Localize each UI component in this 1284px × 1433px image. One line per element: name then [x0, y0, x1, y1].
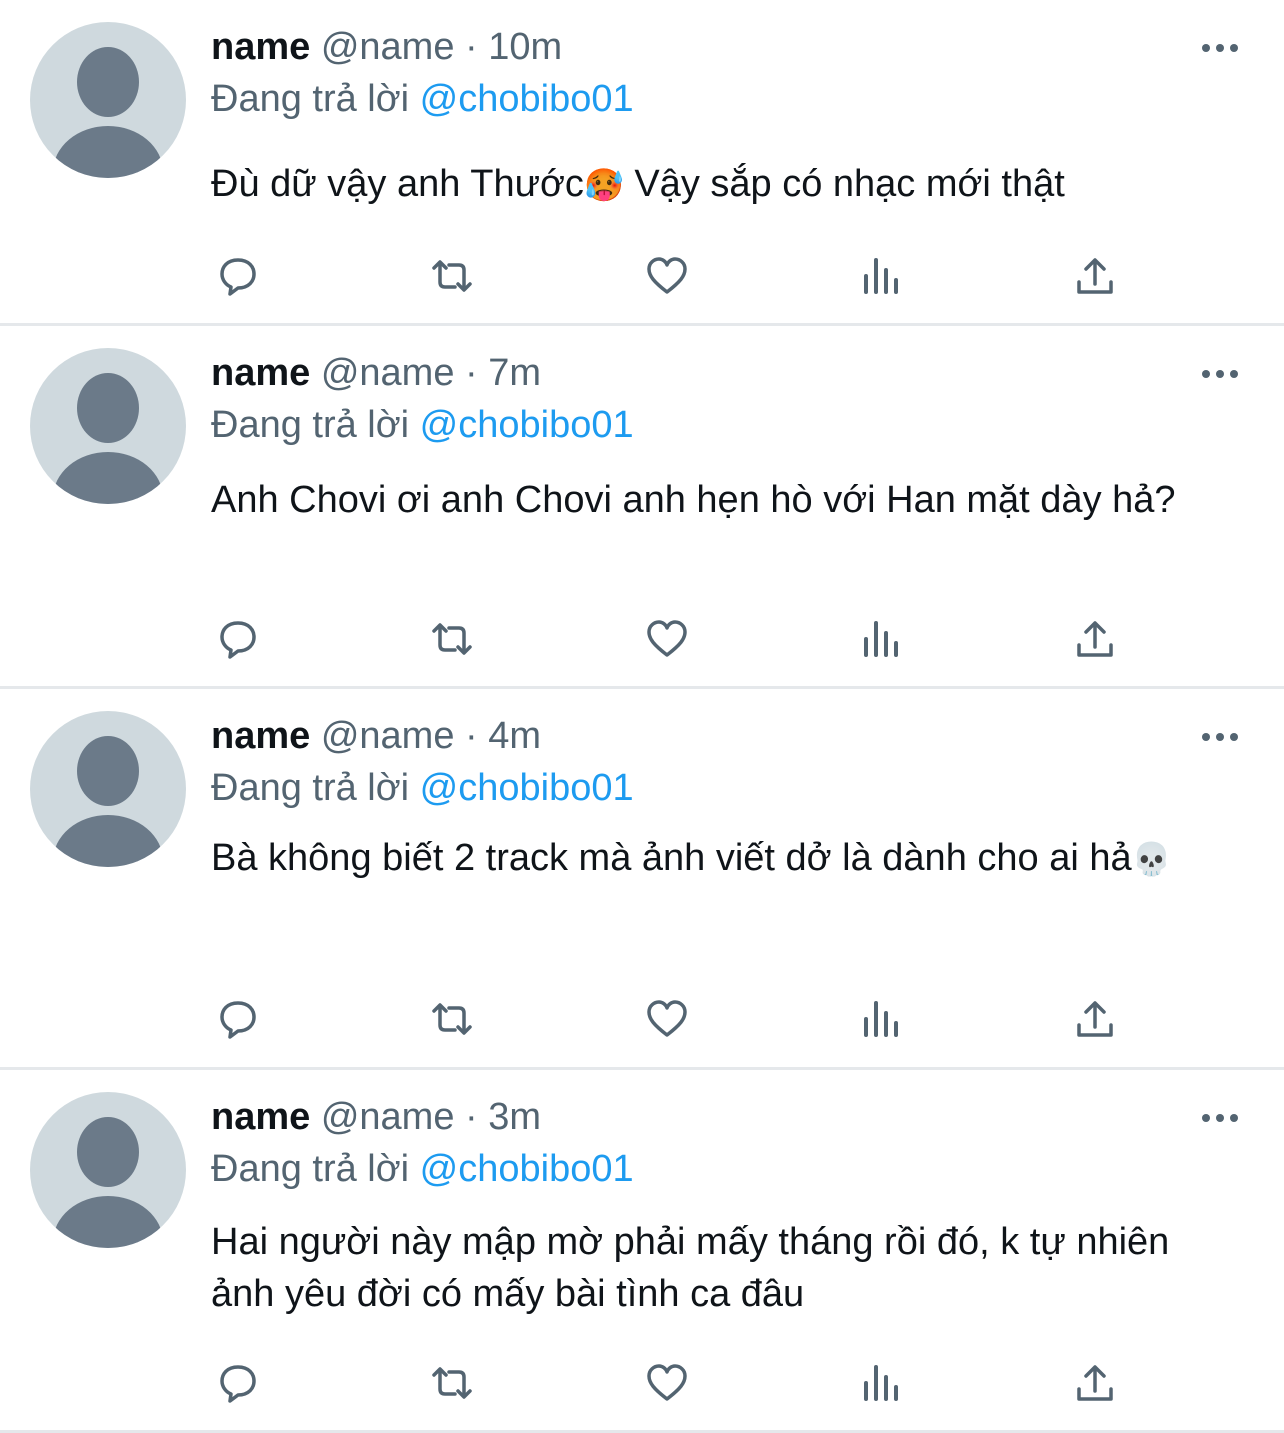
- tweet-header: name @name · 4m: [211, 713, 541, 759]
- default-avatar-icon[interactable]: [30, 711, 186, 867]
- default-avatar-icon[interactable]: [30, 1092, 186, 1248]
- retweet-icon[interactable]: [422, 609, 482, 669]
- more-icon[interactable]: [1200, 364, 1240, 384]
- timestamp[interactable]: 10m: [488, 26, 562, 68]
- tweet-header: name @name · 7m: [211, 350, 541, 396]
- replying-to-label: Đang trả lời: [211, 404, 410, 446]
- share-icon[interactable]: [1065, 989, 1125, 1049]
- default-avatar-icon[interactable]: [30, 348, 186, 504]
- separator-dot: ·: [465, 26, 478, 68]
- tweet-actions: [0, 609, 1284, 669]
- tweet-actions: [0, 989, 1284, 1049]
- mention-link[interactable]: @chobibo01: [420, 78, 634, 120]
- replying-to-label: Đang trả lời: [211, 1148, 410, 1190]
- separator-dot: ·: [465, 352, 478, 394]
- emoji: 🥵: [583, 166, 624, 204]
- author-handle[interactable]: @name: [321, 1096, 455, 1138]
- heart-icon[interactable]: [637, 1353, 697, 1413]
- author-handle[interactable]: @name: [321, 715, 455, 757]
- tweet-actions: [0, 1353, 1284, 1413]
- emoji: 💀: [1131, 840, 1172, 878]
- tweet-actions: [0, 246, 1284, 306]
- tweet-text-main: Đù dữ vậy anh Thước: [211, 163, 584, 205]
- tweet-text: Đù dữ vậy anh Thước🥵 Vậy sắp có nhạc mới…: [211, 158, 1241, 211]
- replying-to: Đang trả lời @chobibo01: [211, 402, 634, 448]
- tweet-text-tail: Vậy sắp có nhạc mới thật: [623, 163, 1065, 205]
- mention-link[interactable]: @chobibo01: [420, 404, 634, 446]
- author-name[interactable]: name: [211, 1096, 310, 1138]
- replying-to: Đang trả lời @chobibo01: [211, 1146, 634, 1192]
- retweet-icon[interactable]: [422, 989, 482, 1049]
- tweet[interactable]: name @name · 10m Đang trả lời @chobibo01…: [0, 0, 1284, 326]
- tweet[interactable]: name @name · 4m Đang trả lời @chobibo01 …: [0, 689, 1284, 1070]
- author-handle[interactable]: @name: [321, 352, 455, 394]
- heart-icon[interactable]: [637, 989, 697, 1049]
- tweet-text: Anh Chovi ơi anh Chovi anh hẹn hò với Ha…: [211, 474, 1241, 526]
- views-icon[interactable]: [851, 989, 911, 1049]
- views-icon[interactable]: [851, 246, 911, 306]
- reply-icon[interactable]: [208, 1353, 268, 1413]
- tweet-text: Hai người này mập mờ phải mấy tháng rồi …: [211, 1216, 1241, 1320]
- mention-link[interactable]: @chobibo01: [420, 1148, 634, 1190]
- tweet[interactable]: name @name · 7m Đang trả lời @chobibo01 …: [0, 326, 1284, 689]
- heart-icon[interactable]: [637, 246, 697, 306]
- replying-to-label: Đang trả lời: [211, 78, 410, 120]
- tweet-feed: name @name · 10m Đang trả lời @chobibo01…: [0, 0, 1284, 1433]
- replying-to-label: Đang trả lời: [211, 767, 410, 809]
- timestamp[interactable]: 7m: [488, 352, 541, 394]
- timestamp[interactable]: 4m: [488, 715, 541, 757]
- heart-icon[interactable]: [637, 609, 697, 669]
- tweet-text-main: Hai người này mập mờ phải mấy tháng rồi …: [211, 1221, 1180, 1315]
- retweet-icon[interactable]: [422, 246, 482, 306]
- tweet[interactable]: name @name · 3m Đang trả lời @chobibo01 …: [0, 1070, 1284, 1433]
- tweet-header: name @name · 3m: [211, 1094, 541, 1140]
- default-avatar-icon[interactable]: [30, 22, 186, 178]
- author-name[interactable]: name: [211, 715, 310, 757]
- views-icon[interactable]: [851, 1353, 911, 1413]
- mention-link[interactable]: @chobibo01: [420, 767, 634, 809]
- author-name[interactable]: name: [211, 352, 310, 394]
- author-name[interactable]: name: [211, 26, 310, 68]
- reply-icon[interactable]: [208, 246, 268, 306]
- retweet-icon[interactable]: [422, 1353, 482, 1413]
- more-icon[interactable]: [1200, 1108, 1240, 1128]
- share-icon[interactable]: [1065, 609, 1125, 669]
- timestamp[interactable]: 3m: [488, 1096, 541, 1138]
- reply-icon[interactable]: [208, 989, 268, 1049]
- tweet-text-main: Bà không biết 2 track mà ảnh viết dở là …: [211, 837, 1132, 879]
- tweet-text-main: Anh Chovi ơi anh Chovi anh hẹn hò với Ha…: [211, 479, 1176, 521]
- replying-to: Đang trả lời @chobibo01: [211, 76, 634, 122]
- separator-dot: ·: [465, 715, 478, 757]
- more-icon[interactable]: [1200, 727, 1240, 747]
- tweet-header: name @name · 10m: [211, 24, 562, 70]
- replying-to: Đang trả lời @chobibo01: [211, 765, 634, 811]
- tweet-text: Bà không biết 2 track mà ảnh viết dở là …: [211, 825, 1241, 892]
- reply-icon[interactable]: [208, 609, 268, 669]
- separator-dot: ·: [465, 1096, 478, 1138]
- share-icon[interactable]: [1065, 1353, 1125, 1413]
- share-icon[interactable]: [1065, 246, 1125, 306]
- more-icon[interactable]: [1200, 38, 1240, 58]
- author-handle[interactable]: @name: [321, 26, 455, 68]
- views-icon[interactable]: [851, 609, 911, 669]
